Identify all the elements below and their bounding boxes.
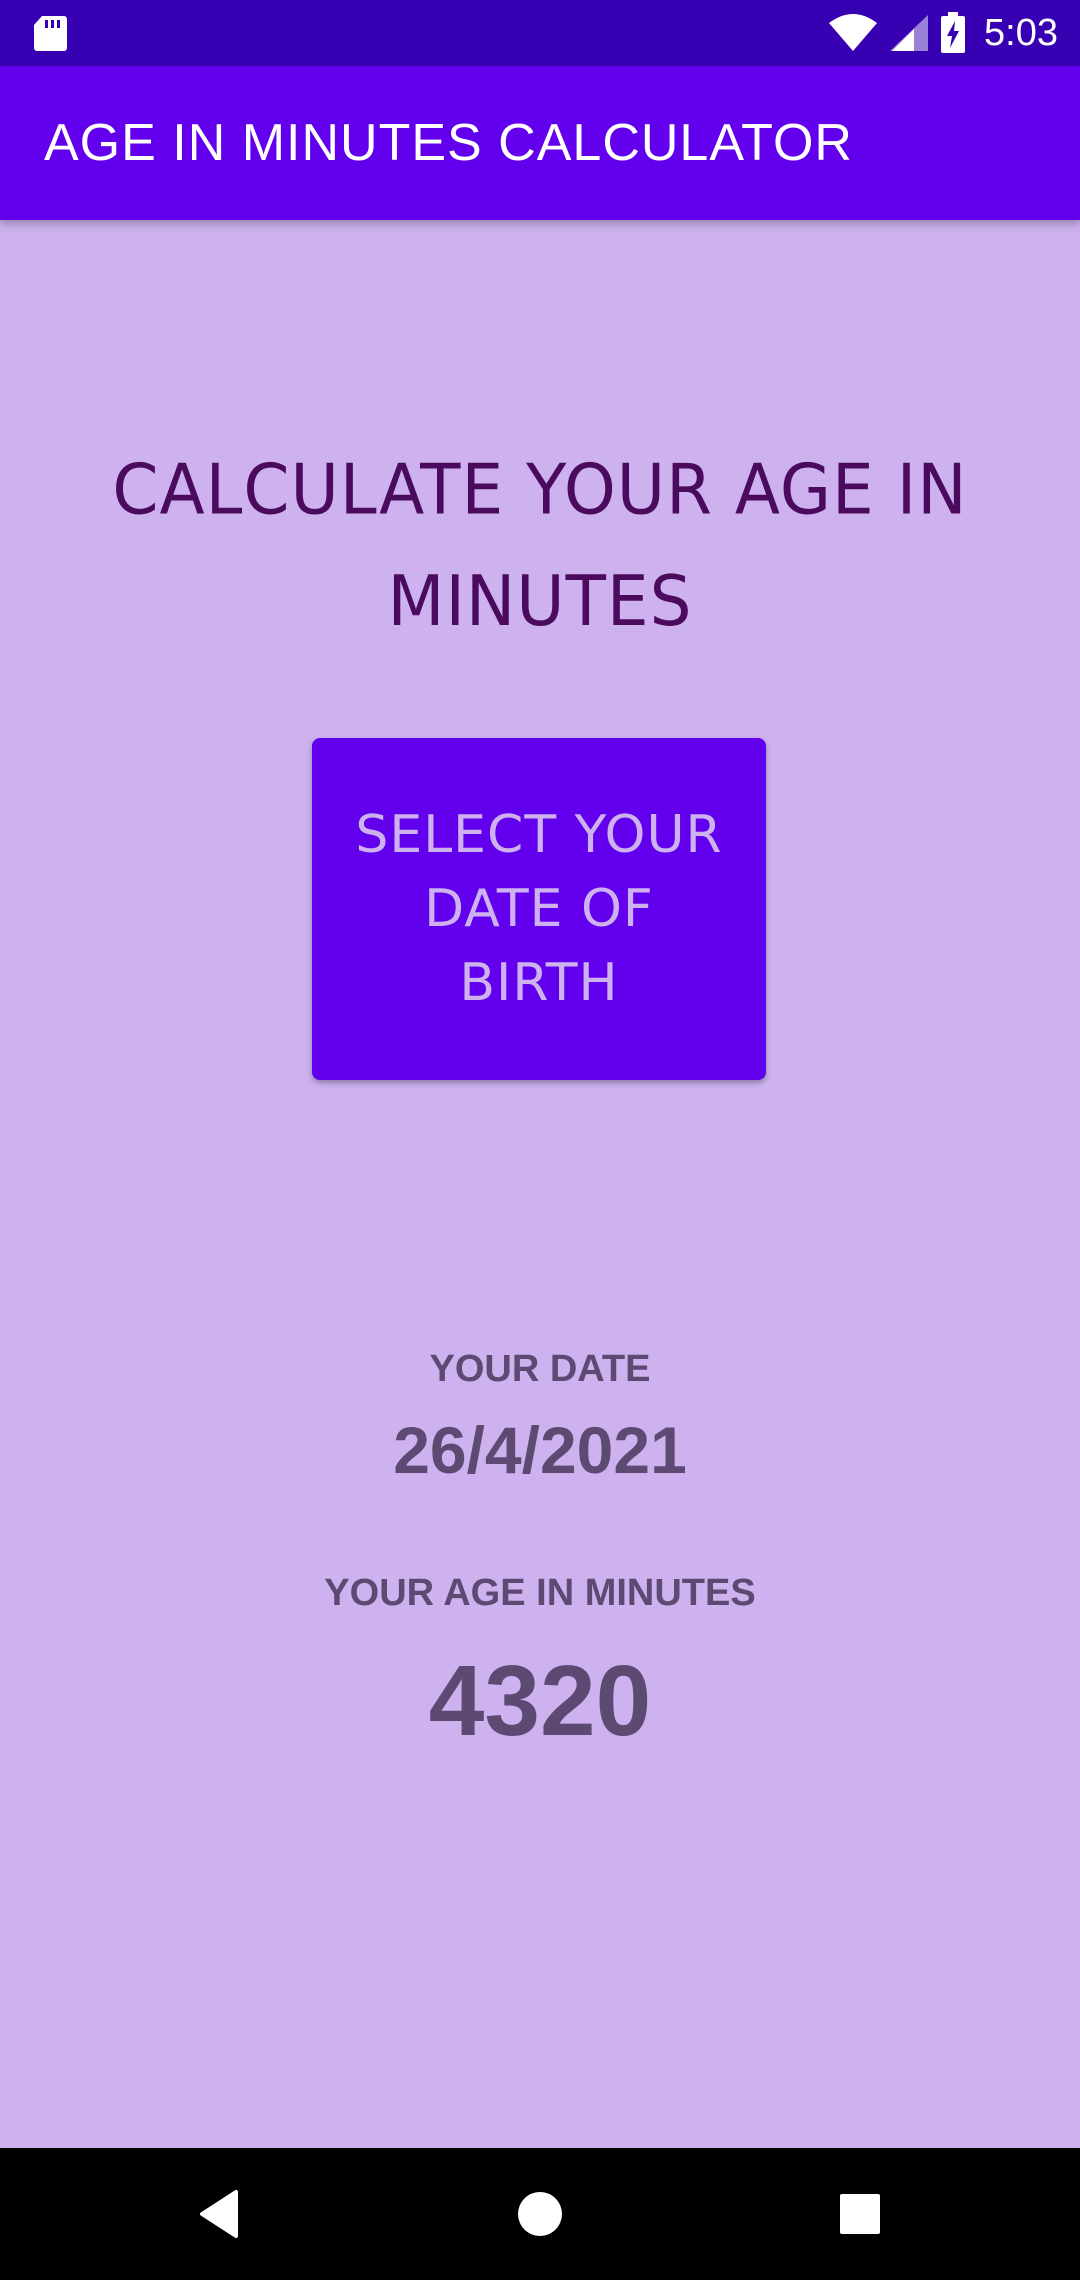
select-date-of-birth-label: SELECT YOUR DATE OF BIRTH — [355, 798, 722, 1020]
heading-line-2: MINUTES — [387, 560, 693, 642]
app-bar: AGE IN MINUTES CALCULATOR — [0, 66, 1080, 220]
app-title: AGE IN MINUTES CALCULATOR — [44, 114, 853, 172]
status-time: 5:03 — [984, 11, 1058, 54]
screen: 5:03 AGE IN MINUTES CALCULATOR CALCULATE… — [0, 0, 1080, 2280]
home-button[interactable] — [500, 2174, 580, 2254]
button-line-1: SELECT YOUR — [355, 805, 723, 865]
back-button[interactable] — [180, 2174, 260, 2254]
sd-card-icon — [34, 16, 67, 51]
age-in-minutes-value: 4320 — [428, 1645, 652, 1757]
back-icon — [200, 2190, 238, 2238]
cell-signal-icon — [890, 15, 929, 51]
button-line-3: BIRTH — [459, 953, 619, 1013]
button-line-2: DATE OF — [424, 879, 654, 939]
heading-line-1: CALCULATE YOUR AGE IN — [112, 449, 968, 531]
home-icon — [518, 2192, 562, 2236]
your-date-label: YOUR DATE — [429, 1348, 651, 1390]
wifi-icon — [829, 14, 878, 51]
status-bar: 5:03 — [0, 0, 1080, 66]
recents-button[interactable] — [820, 2174, 900, 2254]
selected-date-value: 26/4/2021 — [393, 1413, 687, 1487]
recents-icon — [840, 2194, 880, 2234]
battery-charging-icon — [941, 12, 966, 53]
status-right: 5:03 — [828, 0, 1058, 66]
age-in-minutes-label: YOUR AGE IN MINUTES — [324, 1572, 756, 1614]
navigation-bar — [0, 2148, 1080, 2280]
select-date-of-birth-button[interactable]: SELECT YOUR DATE OF BIRTH — [312, 738, 766, 1080]
page-heading: CALCULATE YOUR AGE IN MINUTES — [100, 435, 980, 658]
